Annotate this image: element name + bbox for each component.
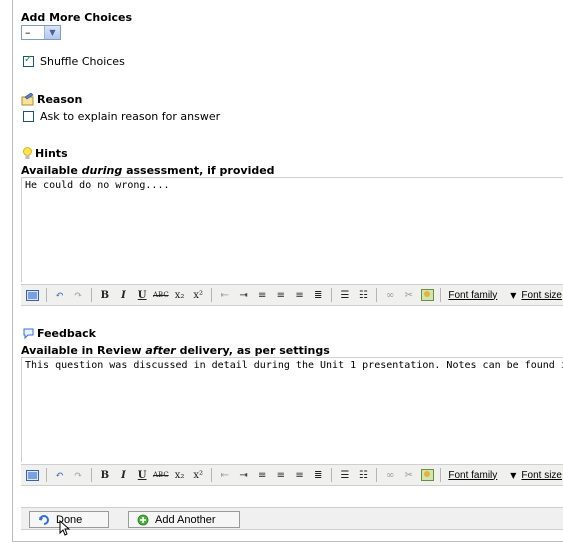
add-icon	[137, 514, 149, 525]
unlink-icon[interactable]: ✂	[401, 287, 417, 303]
reason-checkbox-label: Ask to explain reason for answer	[40, 110, 221, 123]
hints-header: Hints	[23, 147, 68, 160]
link-icon[interactable]: ∞	[382, 467, 398, 483]
lightbulb-icon	[23, 147, 32, 159]
italic-icon[interactable]: I	[116, 467, 132, 483]
shuffle-label: Shuffle Choices	[40, 55, 125, 68]
shuffle-checkbox[interactable]	[23, 54, 34, 67]
align-right-icon[interactable]: ≡	[292, 287, 308, 303]
hints-toolbar: ↶ ↷ B I U ABC x₂ x² ⇤ ⇥ ≡ ≡ ≡ ≣ ☰ ☷ ∞ ✂ …	[21, 284, 563, 306]
font-size-select[interactable]: Font size	[519, 290, 563, 301]
toolbar-separator	[211, 288, 213, 302]
hints-subtitle: Available during assessment, if provided	[21, 164, 275, 177]
toolbar-separator	[440, 288, 442, 302]
numbered-list-icon[interactable]: ☷	[356, 287, 372, 303]
hints-subtitle-post: assessment, if provided	[122, 164, 275, 177]
underline-icon[interactable]: U	[134, 467, 150, 483]
feedback-toolbar: ↶ ↷ B I U ABC x₂ x² ⇤ ⇥ ≡ ≡ ≡ ≣ ☰ ☷ ∞ ✂ …	[21, 464, 563, 486]
select-value: –	[25, 26, 31, 39]
feedback-text[interactable]: This question was discussed in detail du…	[22, 358, 563, 373]
reason-title: Reason	[37, 93, 83, 106]
hints-subtitle-em: during	[81, 164, 123, 177]
indent-icon[interactable]: ⇥	[236, 287, 252, 303]
strikethrough-icon[interactable]: ABC	[153, 467, 169, 483]
bullet-list-icon[interactable]: ☰	[337, 467, 353, 483]
add-more-choices-select[interactable]: – ▼	[21, 25, 61, 40]
link-icon[interactable]: ∞	[382, 287, 398, 303]
reason-checkbox-row[interactable]: Ask to explain reason for answer	[23, 110, 220, 123]
outdent-icon[interactable]: ⇤	[217, 287, 233, 303]
superscript-icon[interactable]: x²	[190, 467, 206, 483]
toolbar-separator	[331, 288, 333, 302]
numbered-list-icon[interactable]: ☷	[356, 467, 372, 483]
subscript-icon[interactable]: x₂	[172, 467, 188, 483]
align-justify-icon[interactable]: ≣	[310, 467, 326, 483]
hints-subtitle-pre: Available	[21, 164, 82, 177]
underline-icon[interactable]: U	[134, 287, 150, 303]
source-icon[interactable]	[25, 467, 41, 483]
feedback-subtitle-pre: Available in Review	[21, 344, 146, 357]
unlink-icon[interactable]: ✂	[401, 467, 417, 483]
hints-text[interactable]: He could do no wrong....	[22, 178, 563, 193]
italic-icon[interactable]: I	[116, 287, 132, 303]
toolbar-separator	[376, 288, 378, 302]
save-icon	[39, 514, 49, 525]
toolbar-separator	[91, 468, 92, 482]
align-left-icon[interactable]: ≡	[254, 287, 270, 303]
bullet-list-icon[interactable]: ☰	[337, 287, 353, 303]
bold-icon[interactable]: B	[97, 467, 113, 483]
add-another-button[interactable]: Add Another	[128, 511, 240, 528]
add-more-choices-label: Add More Choices	[21, 11, 133, 24]
reason-checkbox[interactable]	[23, 111, 34, 122]
source-icon[interactable]	[25, 287, 41, 303]
font-family-select[interactable]: Font family	[446, 470, 499, 481]
notepad-icon	[21, 93, 34, 106]
outdent-icon[interactable]: ⇤	[217, 467, 233, 483]
toolbar-separator	[45, 468, 47, 482]
mouse-cursor-icon	[59, 519, 71, 539]
feedback-title: Feedback	[37, 327, 96, 340]
reason-header: Reason	[21, 93, 82, 106]
toolbar-separator	[331, 468, 333, 482]
toolbar-separator	[91, 288, 92, 302]
bold-icon[interactable]: B	[97, 287, 113, 303]
toolbar-separator	[211, 468, 213, 482]
undo-icon[interactable]: ↶	[52, 287, 68, 303]
toolbar-separator	[376, 468, 378, 482]
feedback-subtitle: Available in Review after delivery, as p…	[21, 344, 330, 357]
feedback-subtitle-em: after	[145, 344, 176, 357]
hints-editor[interactable]: He could do no wrong....	[21, 177, 563, 282]
align-justify-icon[interactable]: ≣	[310, 287, 326, 303]
align-center-icon[interactable]: ≡	[273, 287, 289, 303]
dropdown-arrow-icon[interactable]: ▼	[510, 471, 516, 480]
undo-icon[interactable]: ↶	[52, 467, 68, 483]
speech-bubble-icon	[23, 328, 34, 339]
feedback-subtitle-post: delivery, as per settings	[175, 344, 330, 357]
chevron-down-icon[interactable]: ▼	[44, 26, 60, 39]
add-another-label: Add Another	[155, 513, 216, 526]
redo-icon[interactable]: ↷	[70, 467, 86, 483]
image-icon[interactable]	[420, 467, 436, 483]
action-buttons-bar: Done Add Another	[21, 507, 563, 530]
superscript-icon[interactable]: x²	[190, 287, 206, 303]
toolbar-separator	[440, 468, 442, 482]
strikethrough-icon[interactable]: ABC	[153, 287, 169, 303]
align-right-icon[interactable]: ≡	[292, 467, 308, 483]
redo-icon[interactable]: ↷	[70, 287, 86, 303]
align-center-icon[interactable]: ≡	[273, 467, 289, 483]
dropdown-arrow-icon[interactable]: ▼	[510, 291, 516, 300]
question-options-panel: Add More Choices – ▼ Shuffle Choices Rea…	[12, 0, 563, 542]
font-size-select[interactable]: Font size	[519, 470, 563, 481]
toolbar-separator	[45, 288, 47, 302]
indent-icon[interactable]: ⇥	[236, 467, 252, 483]
font-family-select[interactable]: Font family	[446, 290, 499, 301]
align-left-icon[interactable]: ≡	[254, 467, 270, 483]
subscript-icon[interactable]: x₂	[172, 287, 188, 303]
hints-title: Hints	[35, 147, 68, 160]
shuffle-choices-row[interactable]: Shuffle Choices	[23, 54, 125, 68]
feedback-header: Feedback	[23, 327, 96, 340]
image-icon[interactable]	[420, 287, 436, 303]
feedback-editor[interactable]: This question was discussed in detail du…	[21, 357, 563, 462]
